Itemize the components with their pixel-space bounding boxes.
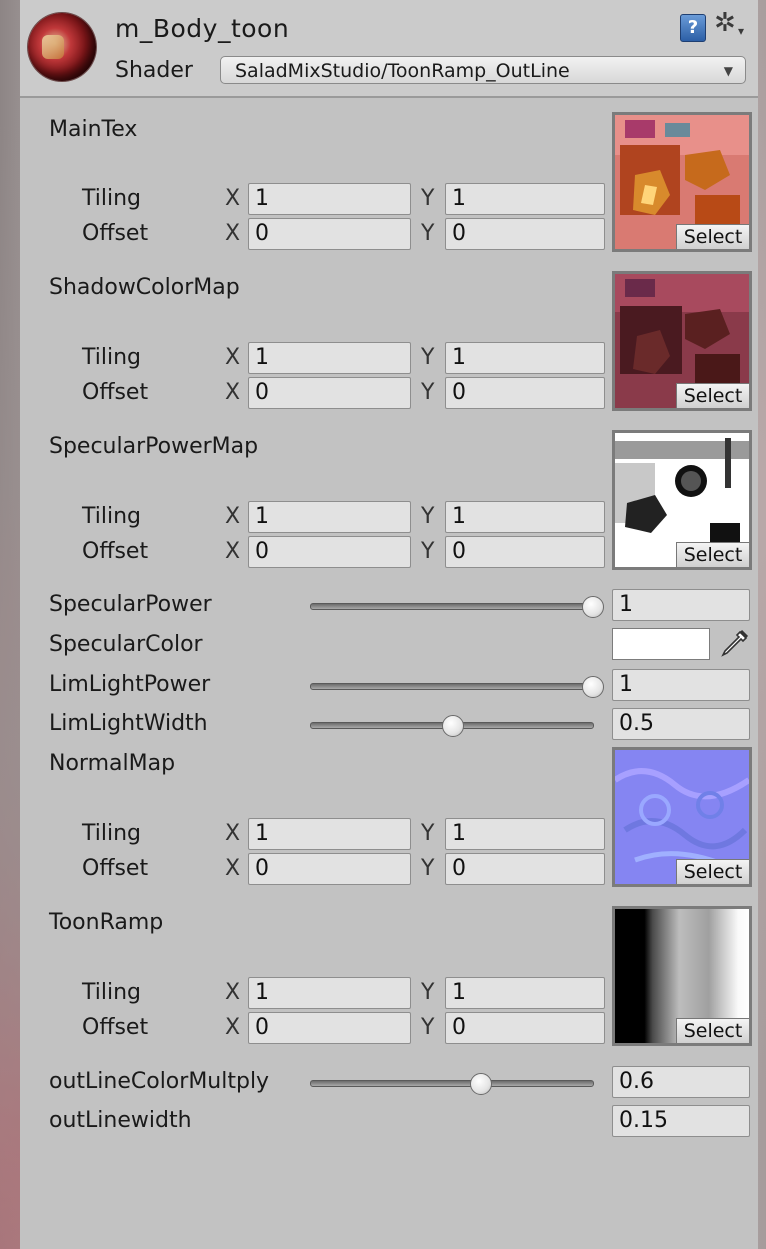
axis-y-label: Y xyxy=(421,345,435,370)
slider-track[interactable] xyxy=(310,603,594,610)
axis-y-label: Y xyxy=(421,221,435,246)
texture-slot-specularpowermap[interactable]: Select xyxy=(612,430,752,570)
offset-y-field[interactable]: 0 xyxy=(445,377,605,409)
axis-y-label: Y xyxy=(421,504,435,529)
property-label: outLineColorMultply xyxy=(49,1069,270,1094)
eyedropper-icon[interactable] xyxy=(718,628,750,660)
value-field[interactable]: 0.15 xyxy=(612,1105,750,1137)
axis-x-label: X xyxy=(225,345,241,370)
tiling-label: Tiling xyxy=(82,186,142,211)
offset-label: Offset xyxy=(82,1015,149,1040)
offset-label: Offset xyxy=(82,221,149,246)
offset-x-field[interactable]: 0 xyxy=(248,377,411,409)
property-label: ShadowColorMap xyxy=(49,275,240,300)
texture-slot-maintex[interactable]: Select xyxy=(612,112,752,252)
axis-y-label: Y xyxy=(421,380,435,405)
slider-track[interactable] xyxy=(310,683,594,690)
tiling-y-field[interactable]: 1 xyxy=(445,501,605,533)
tiling-y-field[interactable]: 1 xyxy=(445,818,605,850)
axis-x-label: X xyxy=(225,1015,241,1040)
tiling-x-field[interactable]: 1 xyxy=(248,183,411,215)
material-header: m_Body_toon ? ✲ ▾ Shader SaladMixStudio/T… xyxy=(20,0,758,98)
material-name: m_Body_toon xyxy=(115,14,290,43)
value-field[interactable]: 0.5 xyxy=(612,708,750,740)
axis-y-label: Y xyxy=(421,1015,435,1040)
offset-x-field[interactable]: 0 xyxy=(248,853,411,885)
tiling-y-field[interactable]: 1 xyxy=(445,977,605,1009)
tiling-x-field[interactable]: 1 xyxy=(248,342,411,374)
tiling-x-field[interactable]: 1 xyxy=(248,977,411,1009)
property-label: ToonRamp xyxy=(49,910,164,935)
tiling-y-field[interactable]: 1 xyxy=(445,183,605,215)
tiling-label: Tiling xyxy=(82,504,142,529)
offset-label: Offset xyxy=(82,856,149,881)
property-label: LimLightPower xyxy=(49,672,211,697)
axis-x-label: X xyxy=(225,380,241,405)
property-label: SpecularPowerMap xyxy=(49,434,259,459)
axis-x-label: X xyxy=(225,856,241,881)
offset-x-field[interactable]: 0 xyxy=(248,1012,411,1044)
offset-x-field[interactable]: 0 xyxy=(248,218,411,250)
slider-thumb[interactable] xyxy=(442,715,464,737)
slider-track[interactable] xyxy=(310,1080,594,1087)
tiling-y-field[interactable]: 1 xyxy=(445,342,605,374)
property-label: SpecularColor xyxy=(49,632,203,657)
offset-label: Offset xyxy=(82,539,149,564)
tiling-label: Tiling xyxy=(82,821,142,846)
select-texture-button[interactable]: Select xyxy=(676,1018,749,1043)
property-label: NormalMap xyxy=(49,751,176,776)
material-preview-icon xyxy=(28,13,96,81)
axis-x-label: X xyxy=(225,821,241,846)
axis-x-label: X xyxy=(225,504,241,529)
select-texture-button[interactable]: Select xyxy=(676,383,749,408)
axis-y-label: Y xyxy=(421,539,435,564)
inspector-panel: m_Body_toon ? ✲ ▾ Shader SaladMixStudio/T… xyxy=(20,0,758,1249)
texture-slot-toonramp[interactable]: Select xyxy=(612,906,752,1046)
offset-y-field[interactable]: 0 xyxy=(445,536,605,568)
help-icon[interactable]: ? xyxy=(680,14,706,42)
offset-y-field[interactable]: 0 xyxy=(445,218,605,250)
axis-y-label: Y xyxy=(421,821,435,846)
axis-y-label: Y xyxy=(421,980,435,1005)
slider-thumb[interactable] xyxy=(582,596,604,618)
property-label: SpecularPower xyxy=(49,592,212,617)
slider-thumb[interactable] xyxy=(470,1073,492,1095)
texture-slot-shadowcolormap[interactable]: Select xyxy=(612,271,752,411)
axis-x-label: X xyxy=(225,221,241,246)
value-field[interactable]: 1 xyxy=(612,589,750,621)
property-label: MainTex xyxy=(49,117,138,142)
shader-dropdown[interactable]: SaladMixStudio/ToonRamp_OutLine ▼ xyxy=(220,56,746,84)
shader-label: Shader xyxy=(115,58,193,83)
chevron-down-icon: ▼ xyxy=(723,64,733,78)
texture-slot-normalmap[interactable]: Select xyxy=(612,747,752,887)
axis-y-label: Y xyxy=(421,186,435,211)
select-texture-button[interactable]: Select xyxy=(676,224,749,249)
axis-x-label: X xyxy=(225,186,241,211)
tiling-x-field[interactable]: 1 xyxy=(248,818,411,850)
offset-x-field[interactable]: 0 xyxy=(248,536,411,568)
value-field[interactable]: 1 xyxy=(612,669,750,701)
color-swatch[interactable] xyxy=(612,628,710,660)
axis-x-label: X xyxy=(225,539,241,564)
offset-label: Offset xyxy=(82,380,149,405)
select-texture-button[interactable]: Select xyxy=(676,542,749,567)
tiling-x-field[interactable]: 1 xyxy=(248,501,411,533)
value-field[interactable]: 0.6 xyxy=(612,1066,750,1098)
offset-y-field[interactable]: 0 xyxy=(445,853,605,885)
tiling-label: Tiling xyxy=(82,980,142,1005)
slider-thumb[interactable] xyxy=(582,676,604,698)
shader-dropdown-value: SaladMixStudio/ToonRamp_OutLine xyxy=(235,60,570,82)
gear-icon[interactable]: ✲ ▾ xyxy=(714,8,744,38)
select-texture-button[interactable]: Select xyxy=(676,859,749,884)
offset-y-field[interactable]: 0 xyxy=(445,1012,605,1044)
property-label: outLinewidth xyxy=(49,1108,192,1133)
axis-y-label: Y xyxy=(421,856,435,881)
tiling-label: Tiling xyxy=(82,345,142,370)
axis-x-label: X xyxy=(225,980,241,1005)
property-label: LimLightWidth xyxy=(49,711,208,736)
